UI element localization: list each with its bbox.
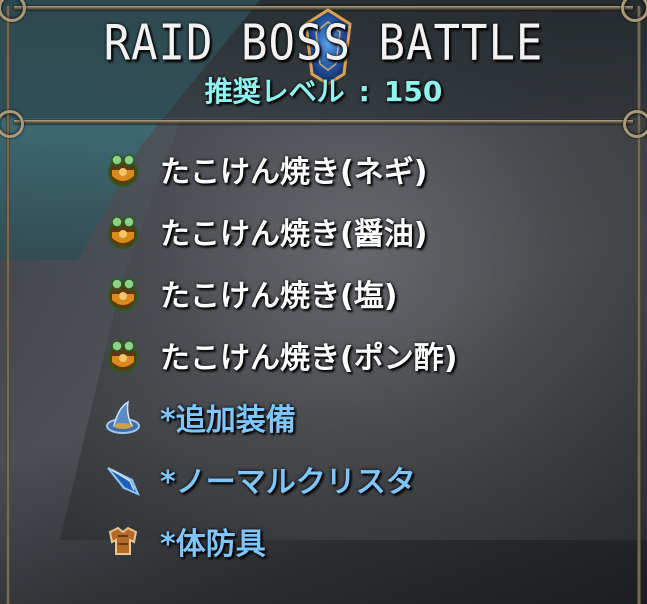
- level-label: 推奨レベル: [204, 75, 345, 108]
- list-item[interactable]: たこけん焼き(ネギ): [104, 144, 427, 194]
- item-label: たこけん焼き(ポン酢): [160, 341, 458, 376]
- takoyaki-icon: [108, 154, 138, 187]
- takoyaki-icon: [108, 278, 138, 311]
- frame-corner-ornament: [623, 110, 647, 138]
- item-label: たこけん焼き(醤油): [160, 217, 428, 252]
- list-item[interactable]: *追加装備: [104, 392, 296, 442]
- recommended-level: 推奨レベル:150: [0, 70, 647, 110]
- item-label: *体防具: [160, 527, 266, 562]
- armor-icon: [108, 526, 138, 555]
- list-item[interactable]: たこけん焼き(塩): [104, 268, 397, 318]
- item-label: *追加装備: [160, 403, 296, 438]
- crystal-icon: [107, 467, 140, 496]
- list-item[interactable]: *ノーマルクリスタ: [104, 454, 416, 504]
- list-item[interactable]: たこけん焼き(醤油): [104, 206, 427, 256]
- takoyaki-icon: [108, 340, 138, 373]
- level-value: 150: [383, 75, 443, 108]
- list-item[interactable]: *体防具: [104, 516, 266, 566]
- frame-divider: [14, 120, 633, 124]
- item-label: たこけん焼き(塩): [160, 279, 398, 314]
- level-separator: :: [358, 75, 370, 108]
- page-title: RAID BOSS BATTLE: [103, 14, 544, 73]
- hat-icon: [106, 400, 140, 434]
- item-label: たこけん焼き(ネギ): [160, 155, 428, 190]
- item-label: *ノーマルクリスタ: [160, 465, 416, 500]
- takoyaki-icon: [108, 216, 138, 249]
- list-item[interactable]: たこけん焼き(ポン酢): [104, 330, 457, 380]
